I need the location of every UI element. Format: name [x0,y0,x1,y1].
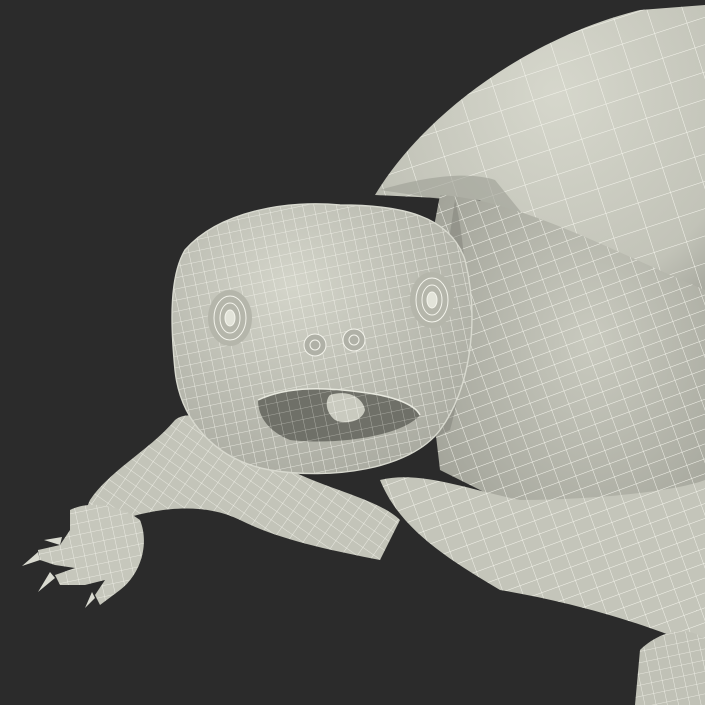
turtle-render [22,5,705,705]
right-eye [410,272,454,328]
front-right-leg [380,477,705,705]
render-viewport [0,0,705,705]
left-eye [208,290,252,346]
